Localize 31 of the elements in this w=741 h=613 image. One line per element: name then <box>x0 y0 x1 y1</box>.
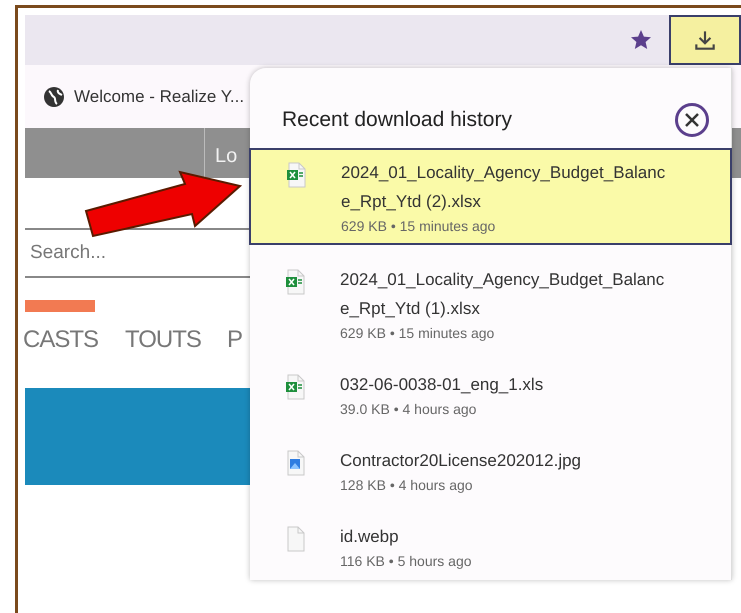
download-item[interactable]: 2024_01_Locality_Agency_Budget_Balance_Rpt_Ytd (2).xlsx 629 KB • 15 minutes ago <box>249 148 732 245</box>
close-button[interactable] <box>675 103 709 137</box>
spreadsheet-file-icon <box>286 162 306 188</box>
globe-icon <box>43 86 65 108</box>
nav-link[interactable]: P <box>227 326 242 353</box>
file-name: 032-06-0038-01_eng_1.xls <box>340 374 544 396</box>
download-item[interactable]: 2024_01_Locality_Agency_Budget_Balance_Rpt_Ytd (1).xlsx 629 KB • 15 minutes ago <box>250 257 731 352</box>
file-name: Contractor20License202012.jpg <box>340 450 582 472</box>
file-details: 128 KB • 4 hours ago <box>340 476 474 495</box>
download-item[interactable]: Contractor20License202012.jpg 128 KB • 4 hours ago <box>250 438 731 504</box>
file-details: 39.0 KB • 4 hours ago <box>340 400 478 419</box>
download-button[interactable] <box>669 15 741 65</box>
file-name: 2024_01_Locality_Agency_Budget_Balance_Rpt_Ytd (2).xlsx <box>341 162 666 213</box>
file-details: 629 KB • 15 minutes ago <box>340 324 496 343</box>
file-name: id.webp <box>340 526 400 548</box>
accent-bar <box>25 300 95 312</box>
tab-title[interactable]: Welcome - Realize Y... <box>74 84 244 110</box>
download-item[interactable]: 032-06-0038-01_eng_1.xls 39.0 KB • 4 hours ago <box>250 362 731 428</box>
file-name: 2024_01_Locality_Agency_Budget_Balance_Rpt_Ytd (1).xlsx <box>340 269 666 320</box>
download-item[interactable]: id.webp 116 KB • 5 hours ago <box>250 514 731 580</box>
file-details: 116 KB • 5 hours ago <box>340 552 473 571</box>
nav-link[interactable]: TOUTS <box>125 326 201 353</box>
spreadsheet-file-icon <box>285 269 305 295</box>
spreadsheet-file-icon <box>285 374 305 400</box>
image-file-icon <box>285 450 305 476</box>
search-field[interactable]: Search... <box>25 238 145 268</box>
file-details: 629 KB • 15 minutes ago <box>341 217 496 236</box>
panel-title: Recent download history <box>282 107 512 134</box>
nav-link[interactable]: CASTS <box>23 326 98 353</box>
close-icon <box>684 112 700 128</box>
file-icon <box>285 526 305 552</box>
